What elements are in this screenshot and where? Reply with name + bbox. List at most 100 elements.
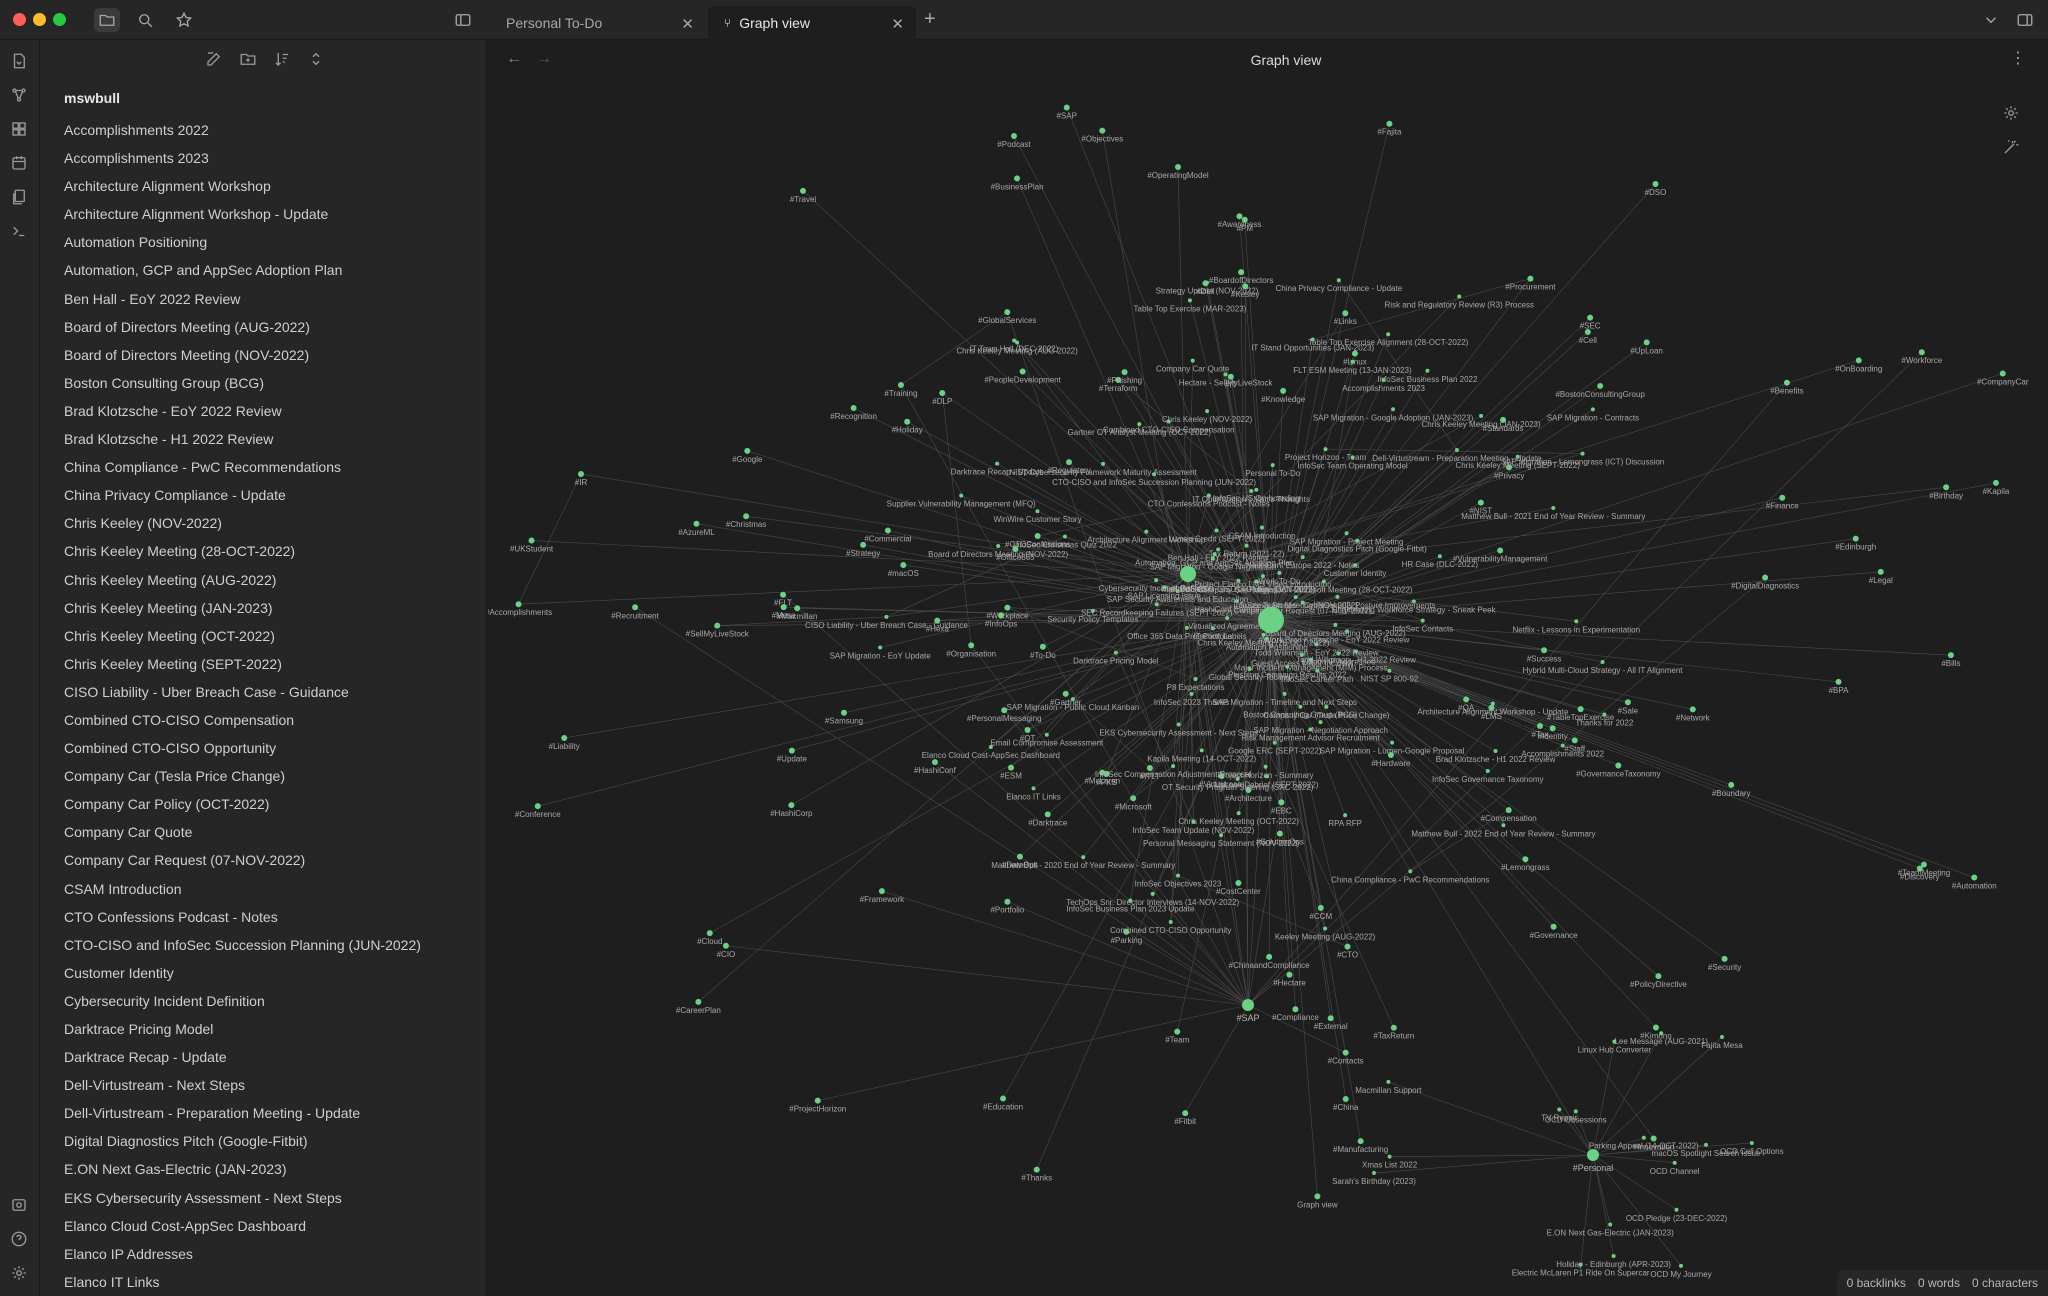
templates-icon[interactable] [10, 188, 30, 208]
minimize-window-button[interactable] [33, 13, 46, 26]
graph-node[interactable] [1350, 455, 1355, 460]
graph-node[interactable] [1652, 1024, 1659, 1031]
graph-node[interactable] [1342, 1095, 1349, 1102]
graph-node[interactable] [995, 461, 1000, 466]
graph-node[interactable] [780, 591, 787, 598]
backlinks-count[interactable]: 0 backlinks [1847, 1276, 1906, 1290]
graph-node[interactable] [1477, 499, 1484, 506]
graph-node[interactable] [1497, 547, 1504, 554]
graph-node[interactable] [1749, 1140, 1754, 1145]
file-item[interactable]: Brad Klotzsche - H1 2022 Review [64, 425, 421, 453]
graph-node[interactable] [1493, 748, 1498, 753]
graph-node[interactable] [1551, 506, 1556, 511]
file-item[interactable]: Darktrace Pricing Model [64, 1015, 421, 1043]
graph-node[interactable] [714, 622, 721, 629]
more-options-icon[interactable]: ⋮ [2010, 48, 2026, 68]
file-item[interactable]: CTO Confessions Podcast - Notes [64, 903, 421, 931]
vault-name[interactable]: mswbull [64, 90, 120, 106]
new-note-icon[interactable] [205, 50, 225, 70]
command-palette-icon[interactable] [10, 222, 30, 242]
file-item[interactable]: Darktrace Recap - Update [64, 1043, 421, 1071]
tab-list-chevron-icon[interactable] [1978, 8, 2004, 32]
graph-node[interactable] [1254, 487, 1259, 492]
graph-node[interactable] [1168, 919, 1173, 924]
graph-node[interactable] [1336, 651, 1341, 656]
graph-node[interactable] [1327, 1015, 1334, 1022]
file-item[interactable]: Chris Keeley Meeting (AUG-2022) [64, 566, 421, 594]
file-item[interactable]: Accomplishments 2023 [64, 144, 421, 172]
file-item[interactable]: Company Car Quote [64, 818, 421, 846]
graph-hub-node[interactable] [1587, 1149, 1599, 1161]
bookmark-star-icon[interactable] [171, 8, 197, 32]
graph-node[interactable] [1191, 819, 1196, 824]
file-item[interactable]: Board of Directors Meeting (NOV-2022) [64, 341, 421, 369]
graph-node[interactable] [939, 389, 946, 396]
graph-node[interactable] [1236, 213, 1243, 220]
graph-node[interactable] [840, 709, 847, 716]
graph-node[interactable] [1391, 407, 1396, 412]
tab-close-icon[interactable]: ✕ [681, 15, 694, 33]
graph-node[interactable] [1463, 696, 1470, 703]
graph-node[interactable] [1920, 861, 1927, 868]
graph-node[interactable] [1573, 1109, 1578, 1114]
graph-node[interactable] [1852, 535, 1859, 542]
graph-node[interactable] [1855, 357, 1862, 364]
graph-node[interactable] [1235, 880, 1242, 887]
graph-node[interactable] [1835, 678, 1842, 685]
graph-node[interactable] [1679, 1263, 1684, 1268]
graph-node[interactable] [1587, 314, 1594, 321]
graph-node[interactable] [1113, 650, 1118, 655]
graph-node[interactable] [1505, 807, 1512, 814]
graph-node[interactable] [1577, 706, 1584, 713]
graph-node[interactable] [1035, 509, 1040, 514]
graph-node[interactable] [1557, 1107, 1562, 1112]
graph-node[interactable] [1016, 853, 1023, 860]
sort-order-icon[interactable] [273, 50, 293, 70]
graph-node[interactable] [959, 493, 964, 498]
graph-node[interactable] [780, 604, 787, 611]
graph-node[interactable] [1266, 953, 1273, 960]
graph-node[interactable] [850, 405, 857, 412]
file-item[interactable]: EKS Cybersecurity Assessment - Next Step… [64, 1184, 421, 1212]
graph-node[interactable] [931, 759, 938, 766]
graph-node[interactable] [1659, 1031, 1664, 1036]
graph-node[interactable] [1293, 595, 1298, 600]
graph-node[interactable] [1292, 1006, 1299, 1013]
graph-node[interactable] [1655, 973, 1662, 980]
file-item[interactable]: Automation Positioning [64, 228, 421, 256]
graph-node[interactable] [1947, 652, 1954, 659]
graph-node[interactable] [1272, 740, 1277, 745]
graph-node[interactable] [1236, 811, 1241, 816]
graph-node[interactable] [1099, 127, 1106, 134]
graph-node[interactable] [1336, 278, 1341, 283]
graph-node[interactable] [1719, 1034, 1724, 1039]
graph-node[interactable] [1182, 1110, 1189, 1117]
graph-node[interactable] [1282, 691, 1287, 696]
graph-node[interactable] [1190, 358, 1195, 363]
graph-node[interactable] [1286, 971, 1293, 978]
graph-view-icon[interactable] [10, 86, 30, 106]
graph-node[interactable] [1343, 813, 1348, 818]
graph-node[interactable] [1315, 668, 1320, 673]
graph-node[interactable] [1425, 368, 1430, 373]
graph-node[interactable] [1299, 652, 1304, 657]
graph-node[interactable] [1641, 1135, 1646, 1140]
graph-node[interactable] [1259, 525, 1264, 530]
graph-node[interactable] [1019, 368, 1026, 375]
daily-note-calendar-icon[interactable] [10, 154, 30, 174]
graph-node[interactable] [1597, 382, 1604, 389]
graph-node[interactable] [800, 187, 807, 194]
graph-node[interactable] [1014, 175, 1021, 182]
graph-node[interactable] [1728, 781, 1735, 788]
graph-node[interactable] [1004, 898, 1011, 905]
search-icon[interactable] [132, 8, 158, 32]
graph-node[interactable] [1008, 764, 1015, 771]
graph-node[interactable] [1381, 377, 1386, 382]
graph-node[interactable] [1314, 1193, 1321, 1200]
graph-node[interactable] [744, 447, 751, 454]
graph-node[interactable] [1044, 811, 1051, 818]
graph-node[interactable] [1033, 1166, 1040, 1173]
file-item[interactable]: Company Car Request (07-NOV-2022) [64, 846, 421, 874]
graph-node[interactable] [900, 561, 907, 568]
graph-node[interactable] [814, 1097, 821, 1104]
